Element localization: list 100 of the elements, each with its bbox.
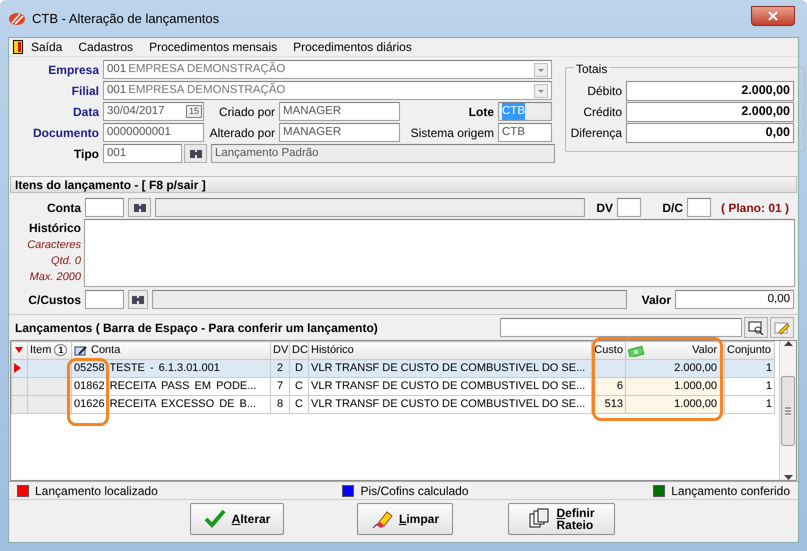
table-cell: 2.000,00 [626,360,724,378]
menu-item[interactable]: Procedimentos mensais [141,38,286,56]
field-label: Sistema origem [410,124,494,142]
column-header[interactable]: Conjunto [724,342,774,360]
field-label: Diferença [570,124,622,142]
menu-item[interactable]: Procedimentos diários [285,38,420,56]
field-label: C/Custos [27,292,81,308]
table-cell: VLR TRANSF DE CUSTO DE COMBUSTIVEL DO SE... [308,378,592,396]
text-field[interactable]: MANAGER [279,102,400,121]
banknotes-icon [628,344,646,356]
find-button[interactable] [744,317,768,338]
search-button[interactable] [184,144,207,163]
text-field[interactable] [85,290,124,309]
column-header[interactable]: Item 1 [28,342,72,360]
field-label: DV [595,200,613,216]
table-cell: 8 [270,396,290,414]
field-label: Alterado por [208,124,275,142]
action-button[interactable]: Alterar [190,502,284,534]
selected-text: CTB [502,103,525,120]
field-label: Documento [32,124,99,142]
legend-label: Pis/Cofins calculado [360,482,469,500]
define-button[interactable]: Definir Rateio [508,502,615,534]
table-cell: 05258 TESTE - 6.1.3.01.001 [72,360,270,378]
calendar-button[interactable]: 15 [186,105,202,118]
hint-text: Max. 2000 [28,270,81,285]
field-label: Histórico [28,220,81,237]
text-field[interactable] [617,198,641,217]
scroll-up-icon[interactable] [784,341,792,347]
current-row-icon [14,363,21,374]
description-field[interactable] [152,290,627,309]
combo-field[interactable]: 001 EMPRESA DEMONSTRAÇÃO [103,60,552,79]
column-header[interactable]: DC [290,342,308,360]
date-value: 30/04/2017 [107,104,165,119]
sort-arrow-icon [14,346,24,354]
section-label: Lançamentos ( Barra de Espaço - Para conferir um lançamento) [15,320,379,336]
field-label: Empresa [47,62,99,78]
description-field[interactable]: Lançamento Padrão [211,144,555,163]
pages-icon [528,508,550,530]
total-field[interactable]: 2.000,00 [626,80,794,100]
table-cell: 1.000,00 [626,378,724,396]
table-cell: 1 [724,396,774,414]
table-cell: C [290,378,308,396]
field-label: Tipo [72,146,99,162]
window-title: CTB - Alteração de lançamentos [32,10,220,28]
field-label: Criado por [218,104,275,120]
check-icon [204,508,226,530]
combo-text: EMPRESA DEMONSTRAÇÃO [128,61,286,77]
field-label: Crédito [582,104,622,120]
menu-item[interactable]: Cadastros [70,38,142,56]
row-indicator[interactable] [12,360,28,378]
plan-label: ( Plano: 01 ) [721,200,790,216]
text-field[interactable] [85,198,124,217]
scrollbar-thumb-icon[interactable] [781,376,795,446]
table-cell: 1.000,00 [626,396,724,414]
text-field[interactable]: MANAGER [279,123,400,142]
field-label: Data [72,104,99,120]
column-header[interactable]: Conta [91,342,120,359]
pen-paper-icon [74,344,88,356]
section-header: Itens do lançamento - [ F8 p/sair ] [10,176,797,193]
total-field[interactable]: 2.000,00 [626,102,794,122]
table-cell: 7 [270,378,290,396]
column-header[interactable]: DV [270,342,290,360]
close-icon [768,11,778,21]
field-label: Conta [46,200,81,216]
table-cell: VLR TRANSF DE CUSTO DE COMBUSTIVEL DO SE... [308,360,592,378]
field-label: Valor [640,292,671,308]
field-label: Filial [70,82,99,100]
scroll-down-icon[interactable] [784,474,792,480]
description-field[interactable] [155,198,585,217]
search-button[interactable] [128,198,151,217]
text-field[interactable]: 0000000001 [103,123,204,142]
legend-label: Lançamento conferido [671,482,790,500]
mark-button[interactable] [770,317,794,338]
text-field[interactable] [687,198,711,217]
table-cell: 01626 RECEITA EXCESSO DE B... [72,396,270,414]
combo-value: 001 [107,82,126,98]
sort-order-badge: 1 [54,344,68,356]
total-field[interactable]: 0,00 [626,122,794,142]
column-header[interactable]: Histórico [308,342,592,360]
close-button[interactable] [751,6,795,26]
table-cell: VLR TRANSF DE CUSTO DE COMBUSTIVEL DO SE... [308,396,592,414]
search-button[interactable] [128,290,148,309]
value-field[interactable]: 0,00 [675,290,794,309]
action-button[interactable]: Limpar [357,502,453,534]
table-cell: 1 [724,378,774,396]
combo-field[interactable]: 001 EMPRESA DEMONSTRAÇÃO [103,81,552,100]
text-field[interactable]: CTB [498,123,552,142]
field-label: Lote [468,104,494,120]
search-field[interactable] [500,318,742,337]
menu-item[interactable]: Saída [23,38,70,56]
table-cell: 1 [724,360,774,378]
exit-door-icon [13,40,23,54]
field-label: Débito [586,82,622,100]
date-field[interactable]: 30/04/2017 15 [103,102,204,121]
pencil-icon [774,320,790,334]
hint-text: Qtd. 0 [50,254,81,269]
table-cell: C [290,396,308,414]
text-field[interactable]: 001 [103,144,182,163]
table-cell: 01862 RECEITA PASS EM PODE... [72,378,270,396]
hint-text: Caracteres [26,238,81,253]
